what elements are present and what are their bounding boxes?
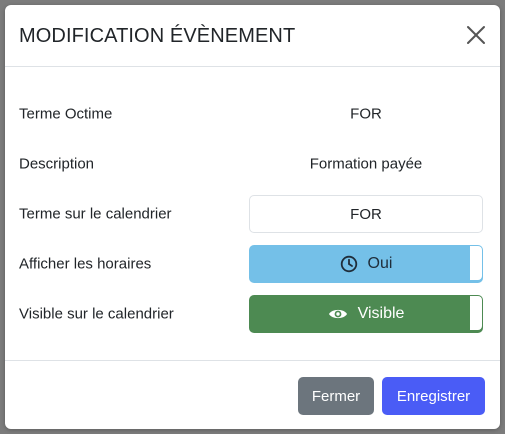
terme-octime-label: Terme Octime bbox=[19, 105, 113, 123]
afficher-horaires-label: Afficher les horaires bbox=[19, 255, 152, 273]
modal-header: MODIFICATION ÉVÈNEMENT bbox=[5, 5, 500, 67]
save-button[interactable]: Enregistrer bbox=[382, 377, 485, 415]
row-description: Description Formation payée bbox=[19, 145, 489, 183]
close-button[interactable]: Fermer bbox=[298, 377, 374, 415]
row-terme-octime: Terme Octime FOR bbox=[19, 95, 489, 133]
terme-calendrier-input[interactable] bbox=[249, 195, 483, 233]
row-terme-calendrier: Terme sur le calendrier bbox=[19, 195, 489, 233]
toggle-knob bbox=[470, 246, 482, 280]
terme-calendrier-label: Terme sur le calendrier bbox=[19, 205, 172, 223]
afficher-horaires-button-label: Oui bbox=[367, 255, 393, 272]
modal-title: MODIFICATION ÉVÈNEMENT bbox=[19, 25, 296, 47]
description-value: Formation payée bbox=[309, 155, 423, 173]
eye-icon bbox=[328, 306, 348, 322]
visible-calendrier-button-label: Visible bbox=[357, 305, 405, 322]
close-icon[interactable] bbox=[463, 22, 489, 48]
visible-calendrier-toggle[interactable]: Visible bbox=[249, 295, 483, 333]
toggle-knob bbox=[470, 296, 482, 330]
row-afficher-horaires: Afficher les horaires Oui bbox=[19, 245, 489, 283]
visible-calendrier-label: Visible sur le calendrier bbox=[19, 305, 174, 323]
description-label: Description bbox=[19, 155, 95, 173]
afficher-horaires-toggle[interactable]: Oui bbox=[249, 245, 483, 283]
row-visible-calendrier: Visible sur le calendrier Visible bbox=[19, 295, 489, 333]
event-edit-modal: MODIFICATION ÉVÈNEMENT Terme Octime FOR … bbox=[5, 5, 500, 429]
terme-octime-value: FOR bbox=[350, 105, 382, 123]
modal-footer: Fermer Enregistrer bbox=[5, 360, 500, 429]
clock-icon bbox=[340, 255, 358, 273]
